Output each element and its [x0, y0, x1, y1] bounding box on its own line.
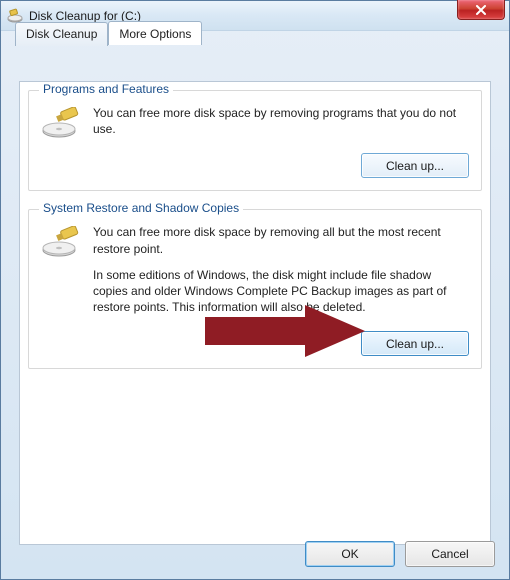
tab-more-options[interactable]: More Options — [108, 21, 202, 45]
group-system-restore: System Restore and Shadow Copies — [28, 209, 482, 369]
tab-container: Disk Cleanup More Options Programs and F… — [9, 43, 501, 555]
dialog-window: Disk Cleanup for (C:) Disk Cleanup More … — [0, 0, 510, 580]
programs-text: You can free more disk space by removing… — [93, 105, 469, 147]
close-button[interactable] — [457, 0, 505, 20]
restore-description-1: You can free more disk space by removing… — [93, 224, 469, 256]
group-title-restore: System Restore and Shadow Copies — [39, 201, 243, 215]
tabstrip: Disk Cleanup More Options — [15, 21, 202, 45]
cancel-button[interactable]: Cancel — [405, 541, 495, 567]
annotation-arrow-icon — [205, 305, 365, 360]
drive-brush-icon — [41, 224, 81, 325]
programs-description: You can free more disk space by removing… — [93, 105, 469, 137]
tab-panel-more-options: Programs and Features — [19, 81, 491, 545]
drive-brush-icon — [41, 105, 81, 147]
dialog-button-row: OK Cancel — [305, 541, 495, 567]
close-icon — [475, 5, 487, 15]
ok-button[interactable]: OK — [305, 541, 395, 567]
tab-disk-cleanup[interactable]: Disk Cleanup — [15, 22, 108, 46]
group-title-programs: Programs and Features — [39, 82, 173, 96]
cleanup-restore-button[interactable]: Clean up... — [361, 331, 469, 356]
cleanup-programs-button[interactable]: Clean up... — [361, 153, 469, 178]
group-programs-features: Programs and Features — [28, 90, 482, 191]
